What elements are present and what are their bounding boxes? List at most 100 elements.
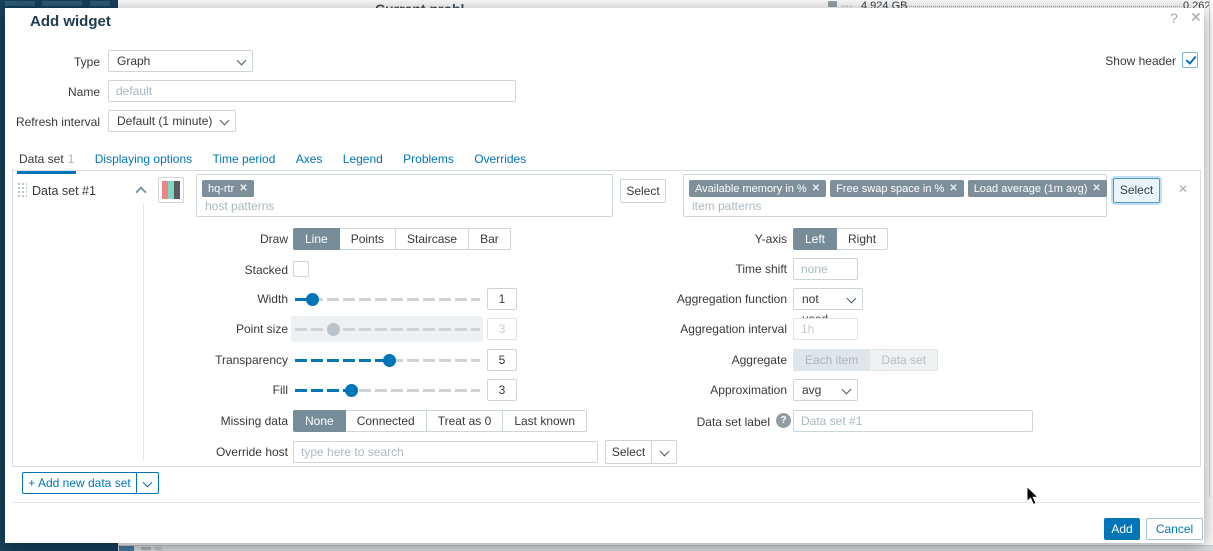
override-host-input[interactable] [293,441,598,463]
missing-data-option-treat-as-0[interactable]: Treat as 0 [426,410,504,432]
item-tag-label: Load average (1m avg) [974,183,1088,195]
missing-data-option-connected[interactable]: Connected [345,410,427,432]
ellipsis-icon: … [841,0,853,8]
background-heading-clip: Current probl [375,0,535,8]
time-shift-label: Time shift [500,258,787,280]
time-shift-input[interactable] [793,258,858,280]
host-patterns-placeholder: host patterns [205,199,274,213]
remove-tag-icon[interactable]: ✕ [239,183,247,194]
item-tag: Load average (1m avg) ✕ [968,180,1107,197]
aggregation-function-label: Aggregation function [500,288,787,310]
override-host-select-dropdown[interactable] [651,441,676,463]
dialog-title: Add widget [30,13,111,30]
add-button[interactable]: Add [1104,518,1140,540]
transparency-slider-fill [295,359,390,362]
missing-data-label: Missing data [0,410,288,432]
y-axis-option-right[interactable]: Right [836,228,888,250]
approximation-value: avg [802,383,821,397]
host-tag-label: hq-rtr [208,183,234,195]
point-size-slider-thumb [327,323,340,336]
remove-tag-icon[interactable]: ✕ [812,183,820,194]
fill-slider-thumb[interactable] [345,384,358,397]
transparency-label: Transparency [0,349,288,371]
approximation-select[interactable]: avg [793,379,858,401]
cancel-button[interactable]: Cancel [1146,518,1203,540]
aggregate-option-data-set: Data set [869,349,938,371]
override-host-select-split-button: Select [605,440,677,464]
aggregation-interval-input [793,318,858,340]
stacked-label: Stacked [0,259,288,281]
tab-data-set-count: 1 [68,152,75,166]
palette-stripe-3 [174,181,180,199]
show-header-checkbox[interactable] [1182,52,1198,68]
transparency-slider-thumb[interactable] [383,354,396,367]
fill-label: Fill [0,379,288,401]
host-patterns-tags: hq-rtr ✕ [202,180,258,197]
type-select[interactable]: Graph [108,50,253,72]
data-set-title: Data set #1 [32,184,96,198]
draw-option-staircase[interactable]: Staircase [395,228,469,250]
draw-option-line[interactable]: Line [293,228,340,250]
name-input[interactable] [108,80,516,102]
background-bottom-mark [155,547,162,550]
help-circle-icon[interactable]: ? [776,413,791,428]
remove-data-set-icon[interactable]: ✕ [1178,182,1188,196]
add-new-data-set-dropdown[interactable] [136,473,158,493]
chevron-down-icon [847,294,857,304]
monitor-icon [828,1,837,7]
fill-slider-fill [295,389,352,392]
chevron-down-icon [842,385,852,395]
aggregation-interval-label: Aggregation interval [500,318,787,340]
name-label: Name [0,81,100,103]
chevron-down-icon [237,56,247,66]
show-header-label: Show header [1020,53,1176,69]
item-patterns-multiselect[interactable]: Available memory in % ✕ Free swap space … [683,174,1107,217]
data-set-label-input[interactable] [793,410,1033,432]
background-bottom-accent [119,546,134,551]
remove-tag-icon[interactable]: ✕ [949,183,957,194]
item-tag: Free swap space in % ✕ [830,180,964,197]
type-select-value: Graph [117,54,150,68]
background-heading-fragment: Current probl [375,1,464,8]
drag-handle-icon[interactable] [17,182,27,197]
draw-segmented: Line Points Staircase Bar [293,228,511,250]
footer-divider [12,502,1201,503]
width-slider-thumb[interactable] [306,293,319,306]
background-dotted-rule [897,6,1180,7]
type-label: Type [0,51,100,73]
close-icon[interactable]: ✕ [1190,9,1202,26]
refresh-interval-value: Default (1 minute) [117,114,212,128]
color-palette-button[interactable] [158,177,184,203]
add-new-data-set-button[interactable]: + Add new data set [23,473,136,493]
override-host-select-button[interactable]: Select [606,441,651,463]
help-icon[interactable]: ? [1170,10,1178,26]
draw-label: Draw [0,228,288,250]
sidebar-menu-fragment [42,1,82,6]
y-axis-segmented: Left Right [793,228,888,250]
draw-option-points[interactable]: Points [339,228,396,250]
override-host-label: Override host [0,441,288,463]
host-select-button[interactable]: Select [620,179,666,203]
stacked-checkbox[interactable] [293,261,309,277]
item-tag-label: Available memory in % [695,183,807,195]
check-icon [1185,53,1196,65]
width-label: Width [0,288,288,310]
remove-tag-icon[interactable]: ✕ [1092,183,1100,194]
item-select-button[interactable]: Select [1113,178,1160,203]
refresh-interval-select[interactable]: Default (1 minute) [108,110,236,132]
background-ellipsis-clip: … [841,0,857,8]
add-new-data-set-split-button: + Add new data set [22,472,159,494]
y-axis-label: Y-axis [500,228,787,250]
host-patterns-multiselect[interactable]: hq-rtr ✕ host patterns [196,174,613,217]
width-slider-track[interactable] [295,298,480,301]
background-right-value: 0.262 [1183,0,1211,8]
y-axis-option-left[interactable]: Left [793,228,837,250]
item-patterns-tags: Available memory in % ✕ Free swap space … [689,180,1111,197]
background-bottom-mark [141,547,151,550]
sidebar-menu-fragment [90,1,110,6]
data-set-label-label: Data set label [500,411,770,433]
missing-data-option-none[interactable]: None [293,410,346,432]
aggregation-function-select[interactable]: not used [793,288,863,310]
item-tag: Available memory in % ✕ [689,180,826,197]
background-bottom-strip [118,545,1213,551]
